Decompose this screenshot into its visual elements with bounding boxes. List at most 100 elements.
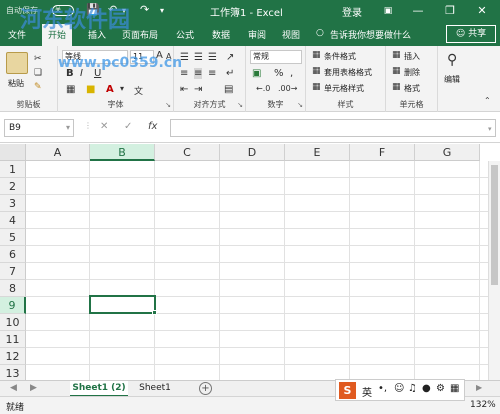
row-header-9[interactable]: 9 <box>0 297 26 314</box>
cell-styles-button[interactable]: 单元格样式 <box>324 83 364 94</box>
format-as-table-button[interactable]: 套用表格格式 <box>324 67 372 78</box>
zoom-level[interactable]: 132% <box>470 400 496 410</box>
customize-toolbar-icon[interactable]: ▾ <box>160 6 164 15</box>
tab-data[interactable]: 数据 <box>212 28 230 41</box>
share-button[interactable]: ☺ 共享 <box>446 25 496 43</box>
ribbon-display-options-icon[interactable]: ▣ <box>378 2 398 20</box>
align-right-icon[interactable]: ≡ <box>208 68 216 79</box>
vertical-scrollbar[interactable] <box>488 161 500 380</box>
ime-tools-icon[interactable]: ⚙ <box>436 383 445 394</box>
font-color-button[interactable]: A <box>106 84 114 95</box>
font-dialog-launcher-icon[interactable]: ↘ <box>165 101 171 109</box>
tab-review[interactable]: 审阅 <box>248 28 266 41</box>
decrease-indent-icon[interactable]: ⇤ <box>180 84 188 95</box>
insert-button[interactable]: 插入 <box>404 51 420 62</box>
format-painter-icon[interactable]: ✎ <box>34 82 42 92</box>
row-header-3[interactable]: 3 <box>0 195 26 212</box>
insert-function-icon[interactable]: fx <box>148 121 157 132</box>
column-header-g[interactable]: G <box>415 144 480 161</box>
conditional-formatting-button[interactable]: 条件格式 <box>324 51 356 62</box>
group-alignment: ☰ ☰ ☰ ↗ ≡ ≡ ≡ ↵ ⇤ ⇥ ▤ 对齐方式 ↘ <box>174 46 246 112</box>
name-box[interactable]: B9 <box>4 119 74 137</box>
phonetic-icon[interactable]: 文 <box>134 84 143 97</box>
prev-sheet-icon[interactable]: ◀ <box>10 383 17 393</box>
orientation-icon[interactable]: ↗ <box>226 52 234 63</box>
editing-button[interactable]: 编辑 <box>444 74 460 85</box>
row-header-2[interactable]: 2 <box>0 178 26 195</box>
expand-formula-bar-icon[interactable]: ▾ <box>488 125 492 133</box>
fill-color-icon[interactable]: ■ <box>86 84 95 95</box>
minimize-button[interactable]: — <box>408 2 428 20</box>
select-all-button[interactable] <box>0 144 26 161</box>
group-number: 常规 ▣ % , ←.0 .00→ 数字 ↘ <box>246 46 306 112</box>
row-header-11[interactable]: 11 <box>0 331 26 348</box>
row-header-6[interactable]: 6 <box>0 246 26 263</box>
row-header-1[interactable]: 1 <box>0 161 26 178</box>
alignment-dialog-launcher-icon[interactable]: ↘ <box>237 101 243 109</box>
row-header-8[interactable]: 8 <box>0 280 26 297</box>
paste-icon[interactable] <box>6 52 28 74</box>
restore-button[interactable]: ❐ <box>440 2 460 20</box>
merge-center-icon[interactable]: ▤ <box>224 84 233 95</box>
column-header-d[interactable]: D <box>220 144 285 161</box>
wrap-text-icon[interactable]: ↵ <box>226 68 234 79</box>
column-header-e[interactable]: E <box>285 144 350 161</box>
confirm-entry-icon[interactable]: ✓ <box>124 121 132 132</box>
borders-icon[interactable]: ▦ <box>66 84 75 95</box>
ime-skin-icon[interactable]: ● <box>422 383 431 394</box>
increase-indent-icon[interactable]: ⇥ <box>194 84 202 95</box>
ime-punct[interactable]: •, <box>378 383 387 394</box>
column-header-f[interactable]: F <box>350 144 415 161</box>
collapse-ribbon-icon[interactable]: ⌃ <box>484 96 491 105</box>
ime-menu-icon[interactable]: ▦ <box>450 383 459 394</box>
name-box-dropdown-icon[interactable]: ▾ <box>66 123 70 132</box>
selected-cell[interactable] <box>89 295 156 314</box>
row-header-5[interactable]: 5 <box>0 229 26 246</box>
fill-handle[interactable] <box>152 310 157 315</box>
sheet-tab-1[interactable]: Sheet1 (2) <box>70 381 128 397</box>
ime-emoji-icon[interactable]: ☺ <box>394 383 404 394</box>
row-header-10[interactable]: 10 <box>0 314 26 331</box>
increase-decimal-icon[interactable]: ←.0 <box>256 84 270 93</box>
worksheet-grid[interactable]: ABCDEFG 1 2 3 4 5 6 7 8 9 10 11 12 13 <box>0 144 500 380</box>
hscroll-right-icon[interactable]: ▶ <box>476 383 482 392</box>
cut-icon[interactable]: ✂ <box>34 54 42 64</box>
column-header-b[interactable]: B <box>90 144 155 161</box>
number-dialog-launcher-icon[interactable]: ↘ <box>297 101 303 109</box>
currency-icon[interactable]: ▣ <box>252 68 261 79</box>
tell-me-search[interactable]: 告诉我你想要做什么 <box>330 28 411 41</box>
font-color-dropdown-icon[interactable]: ▾ <box>120 84 124 93</box>
ime-language[interactable]: 英 <box>362 384 372 399</box>
row-header-12[interactable]: 12 <box>0 348 26 365</box>
row-header-4[interactable]: 4 <box>0 212 26 229</box>
sheet-tab-2[interactable]: Sheet1 <box>132 381 178 397</box>
format-button[interactable]: 格式 <box>404 83 420 94</box>
align-bottom-icon[interactable]: ☰ <box>208 52 217 63</box>
redo-icon[interactable]: ↷ <box>140 3 149 16</box>
ime-toolbar[interactable]: S 英 •, ☺ ♫ ● ⚙ ▦ <box>335 379 465 401</box>
next-sheet-icon[interactable]: ▶ <box>30 383 37 393</box>
formula-input[interactable] <box>170 119 496 137</box>
tab-formulas[interactable]: 公式 <box>176 28 194 41</box>
align-center-icon[interactable]: ≡ <box>194 68 203 79</box>
copy-icon[interactable]: ❏ <box>34 68 42 78</box>
paste-button[interactable]: 粘贴 <box>8 78 24 89</box>
row-header-13[interactable]: 13 <box>0 365 26 380</box>
align-middle-icon[interactable]: ☰ <box>194 52 203 63</box>
decrease-decimal-icon[interactable]: .00→ <box>278 84 297 93</box>
delete-button[interactable]: 删除 <box>404 67 420 78</box>
percent-button[interactable]: % <box>274 68 284 79</box>
tab-view[interactable]: 视图 <box>282 28 300 41</box>
vertical-scroll-thumb[interactable] <box>491 165 498 285</box>
add-sheet-icon[interactable]: + <box>199 382 212 395</box>
row-header-7[interactable]: 7 <box>0 263 26 280</box>
login-link[interactable]: 登录 <box>342 4 362 19</box>
comma-button[interactable]: , <box>290 68 293 79</box>
ime-voice-icon[interactable]: ♫ <box>408 383 417 394</box>
cancel-entry-icon[interactable]: ✕ <box>100 121 108 132</box>
close-button[interactable]: ✕ <box>472 2 492 20</box>
column-header-a[interactable]: A <box>26 144 90 161</box>
search-icon[interactable]: ⚲ <box>447 52 457 68</box>
number-format-select[interactable]: 常规 <box>250 50 302 64</box>
column-header-c[interactable]: C <box>155 144 220 161</box>
